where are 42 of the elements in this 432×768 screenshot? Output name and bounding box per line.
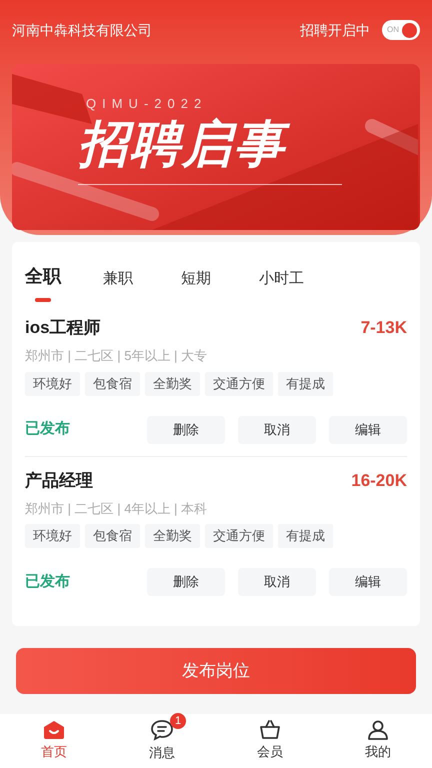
tag: 全勤奖	[145, 372, 200, 396]
tag: 交通方便	[205, 524, 273, 548]
job-title: 产品经理	[25, 470, 93, 492]
salary: 16-20K	[351, 470, 407, 492]
tag: 环境好	[25, 372, 80, 396]
status-label: 已发布	[25, 572, 70, 592]
tag: 交通方便	[205, 372, 273, 396]
job-details: 郑州市 | 二七区 | 5年以上 | 大专	[25, 347, 208, 365]
company-name: 河南中犇科技有限公司	[12, 20, 152, 40]
nav-item[interactable]: 会员	[216, 714, 324, 768]
banner-title: 招聘启事	[78, 112, 298, 179]
job-details: 郑州市 | 二七区 | 4年以上 | 本科	[25, 500, 208, 518]
action-button[interactable]: 编辑	[329, 416, 407, 444]
action-button[interactable]: 删除	[147, 568, 225, 596]
tag: 全勤奖	[145, 524, 200, 548]
action-button[interactable]: 取消	[238, 416, 316, 444]
nav-item[interactable]: 首页	[0, 714, 108, 768]
publish-button[interactable]: 发布岗位	[16, 648, 416, 694]
action-button[interactable]: 编辑	[329, 568, 407, 596]
tab[interactable]: 兼职	[103, 268, 181, 304]
nav-item[interactable]: 1 消息	[108, 714, 216, 768]
tag: 环境好	[25, 524, 80, 548]
tag: 有提成	[278, 372, 333, 396]
nav-item[interactable]: 我的	[324, 714, 432, 768]
banner-subtitle: QIMU-2022	[86, 95, 208, 113]
badge: 1	[170, 713, 186, 730]
tab[interactable]: 全职	[25, 263, 103, 304]
tag: 包食宿	[85, 524, 140, 548]
action-button[interactable]: 删除	[147, 416, 225, 444]
basket-icon	[259, 720, 281, 740]
job-title: ios工程师	[25, 317, 101, 340]
action-button[interactable]: 取消	[238, 568, 316, 596]
recruit-status-label: 招聘开启中	[300, 20, 370, 40]
tab[interactable]: 小时工	[259, 268, 337, 304]
home-icon	[43, 720, 65, 740]
tag: 有提成	[278, 524, 333, 548]
tab[interactable]: 短期	[181, 268, 259, 304]
status-label: 已发布	[25, 419, 70, 440]
chat-icon	[150, 719, 174, 742]
tag: 包食宿	[85, 372, 140, 396]
salary: 7-13K	[360, 317, 407, 340]
person-icon	[367, 720, 389, 740]
